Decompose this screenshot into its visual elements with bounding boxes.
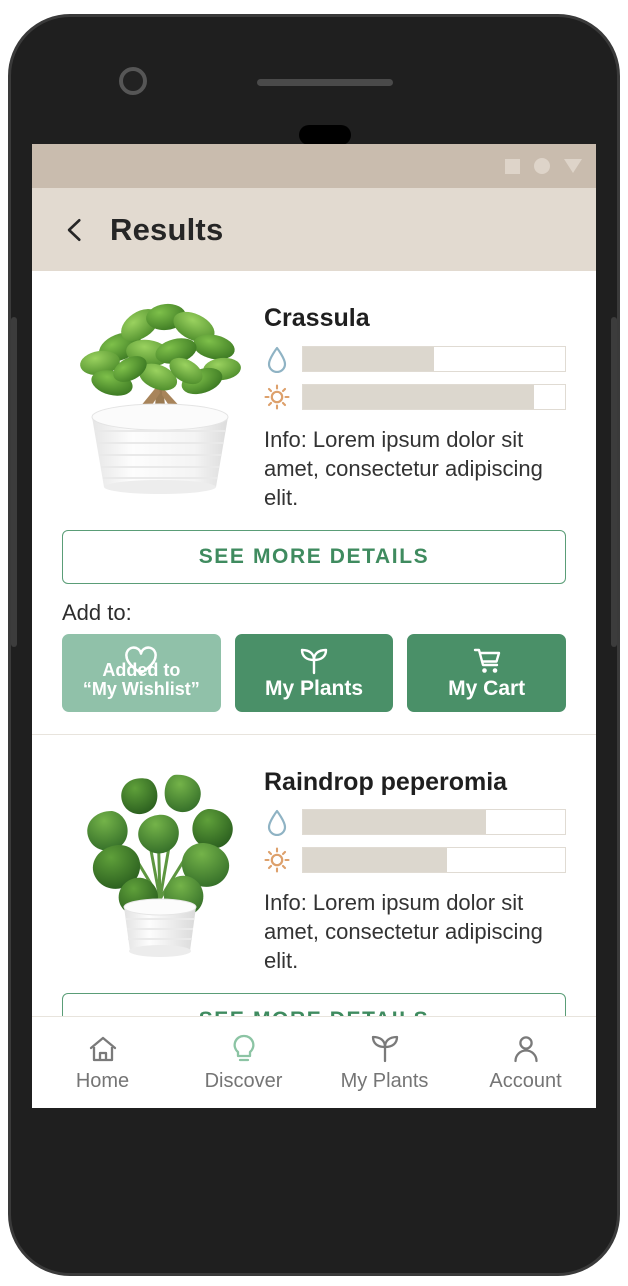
add-to-cart-label: My Cart (448, 676, 526, 700)
water-meter-fill (303, 810, 487, 835)
nav-item-discover[interactable]: Discover (173, 1033, 314, 1093)
add-to-my-plants-button[interactable]: My Plants (234, 633, 394, 712)
seedling-icon (300, 648, 328, 674)
sensor-pill (299, 125, 351, 145)
water-meter-track (302, 345, 566, 372)
add-to-wishlist-button[interactable]: Added to “My Wishlist” (62, 633, 221, 712)
water-meter-fill (303, 346, 434, 371)
nav-item-home[interactable]: Home (32, 1033, 173, 1093)
plant-info: Raindrop peperomia Info: Lorem ipsum dol… (264, 749, 566, 976)
status-bar (32, 144, 596, 188)
plant-description: Info: Lorem ipsum dolor sit amet, consec… (264, 426, 543, 510)
plant-card-top: Crassula Info: Lorem ipsum dolor sit ame… (62, 271, 566, 512)
phone-side-button-right (611, 317, 617, 647)
lightbulb-icon (233, 1034, 254, 1061)
front-camera-icon (119, 67, 147, 95)
person-icon (513, 1035, 538, 1062)
square-icon (505, 158, 520, 174)
results-list[interactable]: Crassula Info: Lorem ipsum dolor sit ame… (32, 271, 596, 1108)
plant-description: Info: Lorem ipsum dolor sit amet, consec… (264, 890, 543, 974)
add-to-label: Add to: (62, 599, 132, 625)
chevron-left-icon[interactable] (62, 217, 88, 243)
heart-icon (125, 645, 158, 674)
nav-item-my-plants[interactable]: My Plants (314, 1033, 455, 1093)
plant-info: Crassula Info: Lorem ipsum dolor sit ame… (264, 285, 566, 512)
nav-item-account[interactable]: Account (455, 1033, 596, 1093)
plant-name: Raindrop peperomia (264, 767, 508, 796)
sun-icon (264, 847, 290, 873)
page-title: Results (110, 211, 224, 247)
seedling-icon (371, 1035, 398, 1062)
sun-meter (264, 846, 566, 874)
plant-card-top: Raindrop peperomia Info: Lorem ipsum dol… (62, 735, 566, 976)
sun-meter-track (302, 383, 566, 410)
nav-item-home-label: Home (75, 1069, 130, 1092)
plant-name: Crassula (264, 304, 370, 332)
plant-card: Crassula Info: Lorem ipsum dolor sit ame… (32, 271, 596, 734)
nav-item-discover-label: Discover (204, 1069, 283, 1092)
add-to-actions: Added to “My Wishlist” My Plants My Cart (62, 633, 567, 734)
phone-side-button-left (11, 317, 17, 647)
water-drop-icon (267, 346, 287, 373)
nav-item-my-plants-label: My Plants (340, 1069, 429, 1092)
home-icon (89, 1036, 116, 1061)
add-to-my-plants-label: My Plants (264, 676, 364, 700)
earpiece-speaker (257, 79, 393, 86)
water-drop-icon (267, 809, 287, 837)
see-more-details-button[interactable]: SEE MORE DETAILS (62, 529, 566, 584)
sun-meter-fill (303, 848, 448, 873)
plant-image-raindrop-peperomia (62, 749, 258, 961)
screenshot-root: Results Crassula Info: Lorem ipsum dolor… (0, 0, 628, 1286)
app-bar: Results (32, 188, 596, 271)
sun-icon (264, 383, 290, 410)
sun-meter (264, 383, 566, 411)
sun-meter-track (302, 847, 566, 874)
phone-screen: Results Crassula Info: Lorem ipsum dolor… (32, 144, 596, 1108)
sun-meter-fill (303, 384, 534, 409)
plant-image-crassula (62, 285, 258, 497)
bottom-navigation: Home Discover My Plants Account (32, 1016, 596, 1108)
add-to-wishlist-line2: “My Wishlist” (82, 678, 200, 699)
add-to-cart-button[interactable]: My Cart (407, 633, 567, 712)
water-meter (264, 345, 566, 373)
nav-item-account-label: Account (489, 1069, 562, 1092)
water-meter-track (302, 809, 566, 836)
water-meter (264, 808, 566, 837)
triangle-down-icon (564, 159, 582, 173)
cart-icon (473, 648, 500, 673)
circle-icon (534, 158, 550, 174)
